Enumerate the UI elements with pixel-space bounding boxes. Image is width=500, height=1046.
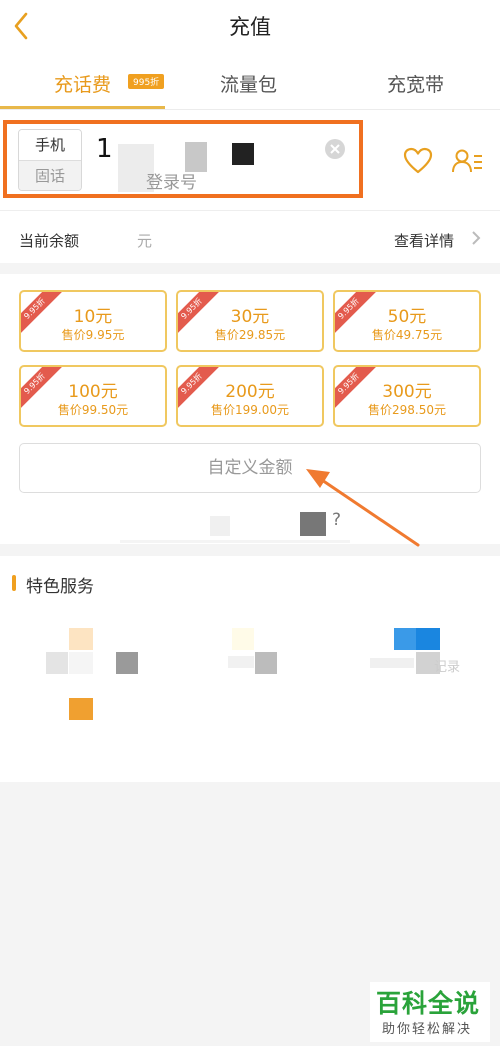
tab-broadband[interactable]: 充宽带	[387, 70, 444, 97]
amount-price: 售价49.75元	[371, 328, 443, 342]
service-icon	[394, 628, 416, 650]
watermark-subtitle: 助你轻松解决	[382, 1022, 473, 1037]
clear-icon[interactable]	[325, 139, 345, 159]
service-icon	[232, 628, 254, 650]
contacts-icon[interactable]	[451, 148, 483, 174]
service-label-fragment: 记录	[434, 660, 461, 675]
discount-badge: 995折	[128, 74, 165, 89]
amount-price: 售价199.00元	[211, 403, 289, 417]
redacted-block	[46, 652, 68, 674]
amount-value: 300元	[382, 382, 432, 402]
balance-label: 当前余额	[19, 232, 80, 250]
watermark-title: 百科全说	[376, 989, 481, 1018]
tab-data-package[interactable]: 流量包	[220, 70, 277, 97]
amount-card-300[interactable]: 9.95折 300元 售价298.50元	[333, 365, 481, 427]
amount-value: 100元	[68, 382, 118, 402]
page-title: 充值	[229, 15, 271, 39]
chevron-right-icon	[472, 231, 481, 245]
balance-row[interactable]: 当前余额 元 查看详情	[0, 210, 500, 263]
watermark-logo: 百科全说 助你轻松解决	[370, 982, 490, 1042]
service-icon	[69, 628, 93, 650]
service-icon	[416, 628, 440, 650]
featured-services-title: 特色服务	[26, 577, 94, 597]
redacted-block	[370, 658, 414, 668]
tab-recharge-phone[interactable]: 充话费	[54, 70, 111, 97]
amount-card-100[interactable]: 9.95折 100元 售价99.50元	[19, 365, 167, 427]
amount-value: 30元	[230, 307, 270, 327]
amount-card-50[interactable]: 9.95折 50元 售价49.75元	[333, 290, 481, 352]
redacted-block	[228, 656, 254, 668]
phone-number-input[interactable]: 1	[96, 134, 114, 164]
faq-link[interactable]: ?	[332, 510, 341, 530]
header: 充值	[0, 0, 500, 52]
amount-price: 售价29.85元	[214, 328, 286, 342]
number-type-selector[interactable]: 手机 固话	[18, 129, 82, 191]
annotation-arrow	[306, 469, 420, 547]
redacted-block	[232, 143, 254, 165]
amount-price: 售价99.50元	[57, 403, 129, 417]
balance-unit: 元	[137, 232, 153, 250]
amount-value: 10元	[73, 307, 113, 327]
redacted-block	[210, 516, 230, 536]
redacted-block	[116, 652, 138, 674]
amount-card-200[interactable]: 9.95折 200元 售价199.00元	[176, 365, 324, 427]
redacted-block	[69, 652, 93, 674]
heart-icon[interactable]	[403, 147, 433, 175]
type-mobile[interactable]: 手机	[19, 130, 81, 161]
divider	[120, 540, 350, 543]
redacted-block	[300, 512, 326, 536]
service-icon	[69, 698, 93, 720]
amount-value: 50元	[387, 307, 427, 327]
phone-placeholder: 登录号	[146, 173, 197, 193]
amount-price: 售价9.95元	[61, 328, 125, 342]
amount-price: 售价298.50元	[368, 403, 446, 417]
view-details-link[interactable]: 查看详情	[394, 230, 454, 251]
amount-card-10[interactable]: 9.95折 10元 售价9.95元	[19, 290, 167, 352]
section-marker	[12, 575, 16, 591]
type-landline[interactable]: 固话	[19, 161, 81, 190]
amount-card-30[interactable]: 9.95折 30元 售价29.85元	[176, 290, 324, 352]
redacted-block	[255, 652, 277, 674]
amount-value: 200元	[225, 382, 275, 402]
